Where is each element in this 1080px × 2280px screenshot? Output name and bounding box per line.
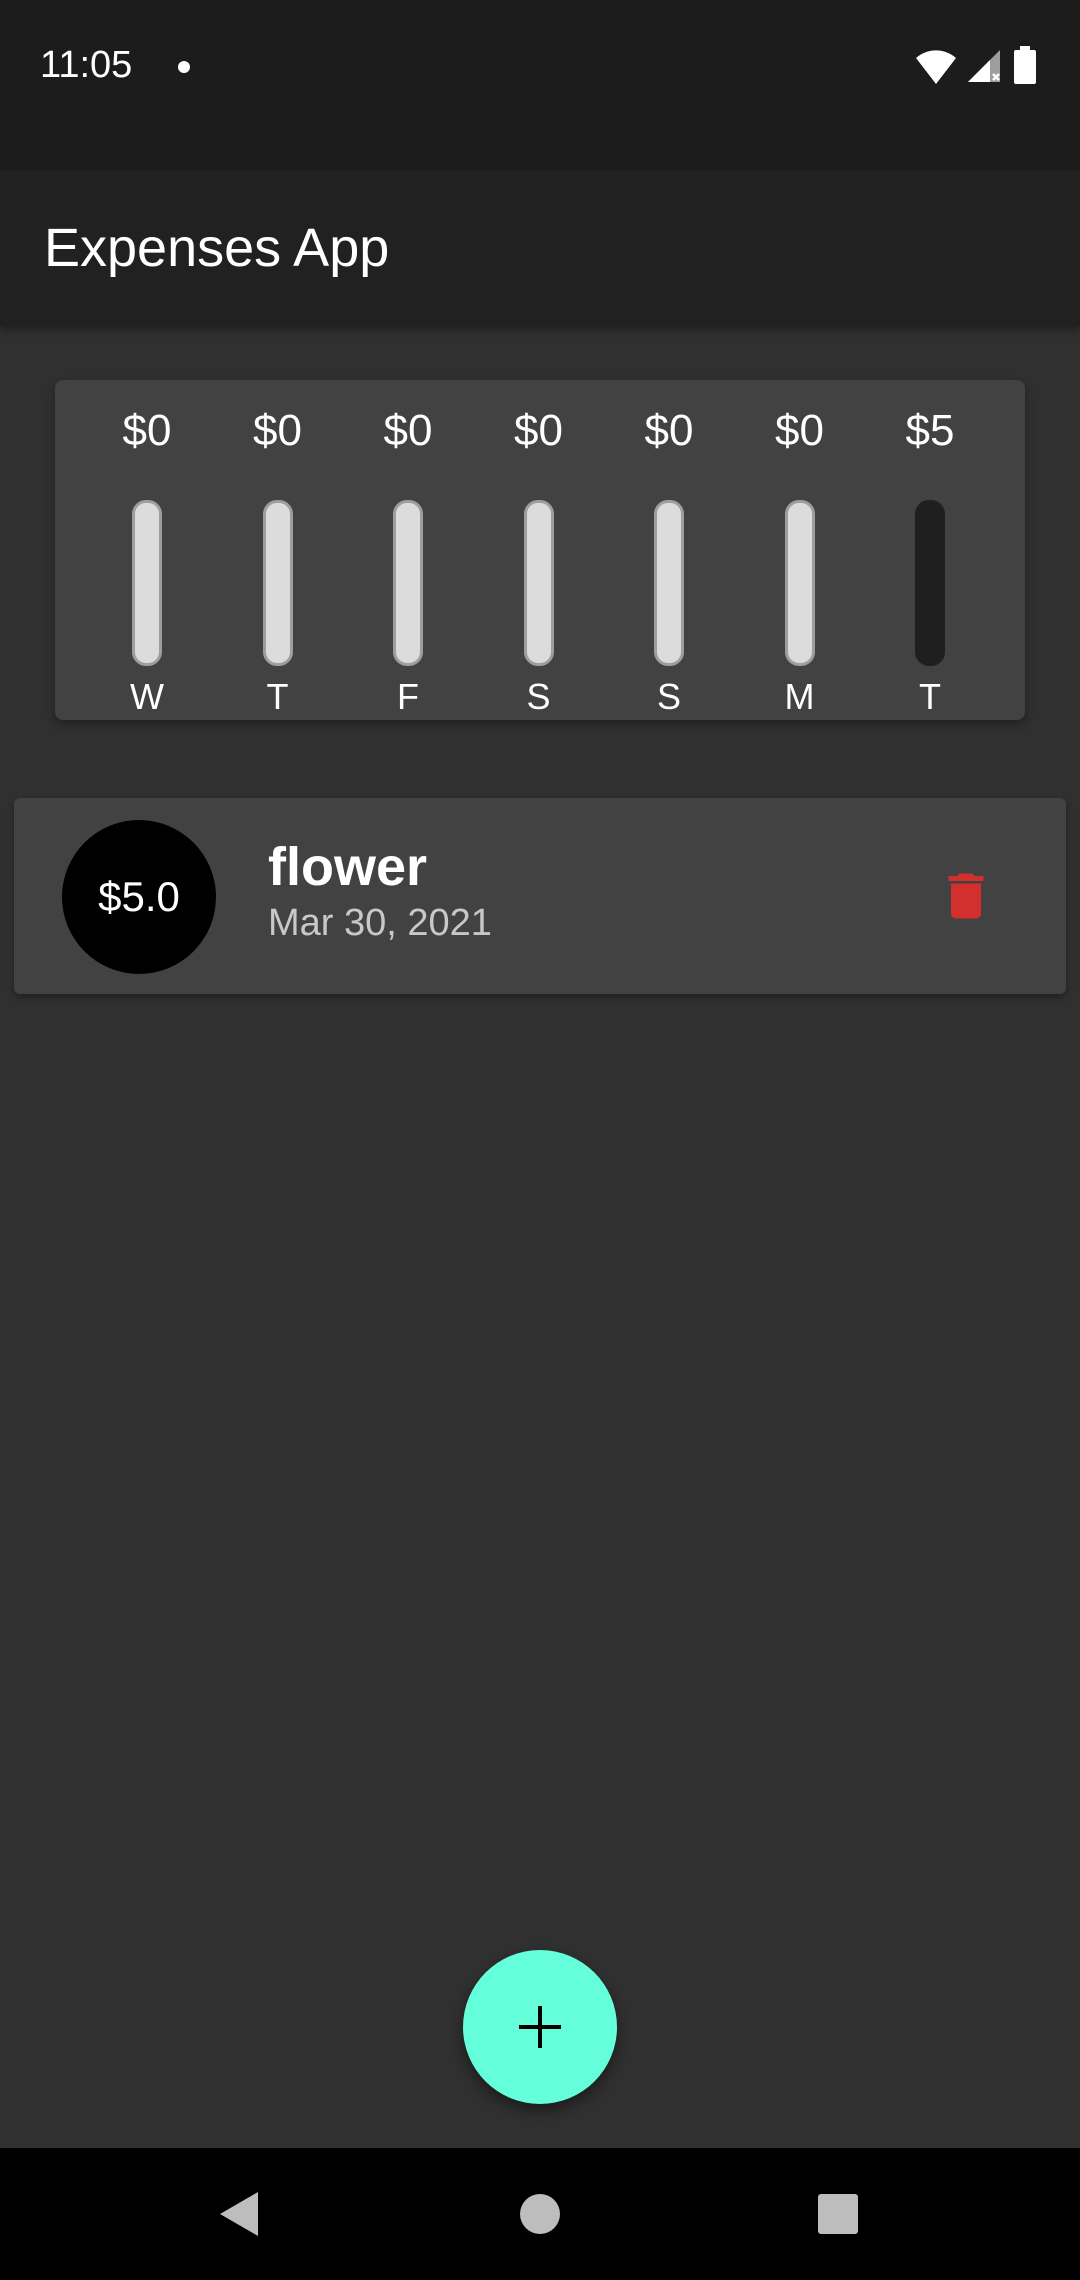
back-icon (220, 2192, 258, 2236)
transaction-card[interactable]: $5.0 flower Mar 30, 2021 (14, 798, 1066, 994)
status-bar: 11:05 (0, 0, 1080, 170)
chart-day-label: F (397, 676, 419, 717)
transaction-date: Mar 30, 2021 (268, 902, 492, 944)
chart-day-label: M (784, 676, 815, 717)
chart-day-label: S (526, 676, 551, 717)
chart-day-label: T (266, 676, 289, 717)
chart-day-column: $0 M (750, 406, 850, 717)
delete-transaction-button[interactable] (936, 866, 996, 926)
chart-day-amount: $0 (122, 406, 172, 455)
transaction-title: flower (268, 837, 428, 897)
weekly-chart-card: $0 W $0 T $0 F $0 S $0 S $0 M $5 T (55, 380, 1025, 720)
chart-bar-track (915, 500, 945, 666)
chart-bar-track (784, 500, 815, 666)
nav-home-button[interactable] (508, 2182, 572, 2246)
nav-recents-button[interactable] (806, 2182, 870, 2246)
chart-day-amount: $0 (644, 406, 694, 455)
chart-bar-track (262, 500, 293, 666)
chart-bars: $0 W $0 T $0 F $0 S $0 S $0 M $5 T (55, 380, 1025, 720)
chart-day-column: $0 W (97, 406, 197, 717)
recents-icon (818, 2194, 858, 2234)
chart-day-amount: $0 (775, 406, 824, 455)
battery-icon (1014, 46, 1036, 84)
chart-day-column: $0 F (358, 406, 458, 717)
chart-day-amount: $0 (253, 406, 302, 455)
chart-day-label: W (130, 676, 164, 717)
app-bar: Expenses App (0, 170, 1080, 326)
add-transaction-button[interactable] (463, 1950, 617, 2104)
chart-day-column: $0 T (228, 406, 328, 717)
trash-icon (948, 873, 984, 919)
chart-day-amount: $5 (905, 406, 955, 455)
transaction-amount-avatar: $5.0 (62, 820, 216, 974)
home-icon (520, 2194, 560, 2234)
notification-dot-icon (178, 61, 190, 73)
chart-bar-fill (918, 503, 942, 663)
signal-icon (968, 50, 1000, 82)
app-title: Expenses App (44, 218, 390, 278)
chart-day-amount: $0 (514, 406, 563, 455)
chart-bar-track (393, 500, 423, 666)
status-icons (914, 46, 1044, 86)
chart-bar-track (523, 500, 554, 666)
plus-icon (519, 2006, 561, 2048)
chart-bar-track (132, 500, 162, 666)
chart-day-amount: $0 (383, 406, 433, 455)
chart-day-label: T (919, 676, 941, 717)
wifi-icon (916, 50, 956, 84)
chart-day-column: $5 T (880, 406, 980, 717)
chart-day-column: $0 S (489, 406, 589, 717)
nav-back-button[interactable] (208, 2182, 272, 2246)
status-time: 11:05 (40, 44, 133, 86)
chart-day-column: $0 S (619, 406, 719, 717)
screen: 11:05 Expenses App $0 W $0 T $0 F $0 S $0 S $0 M $5 T… (0, 0, 1080, 2280)
chart-day-label: S (656, 676, 681, 717)
chart-bar-track (654, 500, 684, 666)
system-nav-bar (0, 2148, 1080, 2280)
